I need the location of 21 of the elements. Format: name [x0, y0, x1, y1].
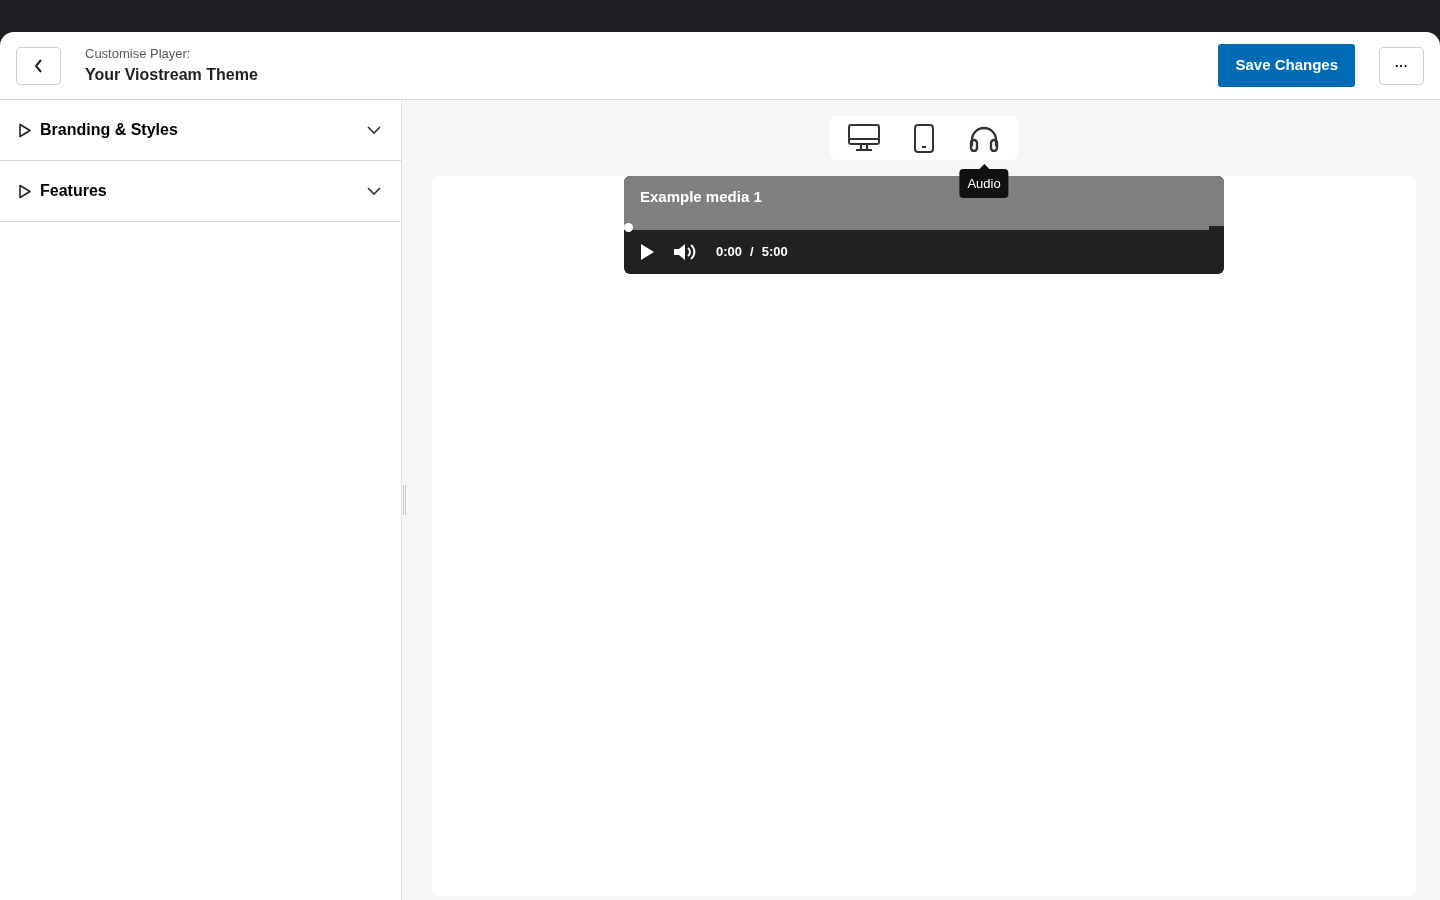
mobile-icon [914, 123, 934, 153]
volume-icon[interactable] [674, 242, 696, 261]
page-subtitle: Customise Player: [85, 44, 192, 63]
media-title: Example media 1 [640, 188, 762, 205]
duration-time: 5:00 [761, 243, 788, 261]
page-title: Your Viostream Theme [85, 65, 258, 86]
triangle-right-icon [18, 183, 32, 199]
time-separator: / [750, 243, 754, 261]
desktop-icon [848, 123, 880, 153]
chevron-down-icon [367, 125, 381, 135]
chevron-left-icon [33, 58, 44, 73]
save-changes-button[interactable]: Save Changes [1218, 44, 1355, 87]
play-icon[interactable] [641, 243, 654, 260]
more-button[interactable]: ··· [1379, 46, 1424, 85]
current-time: 0:00 [716, 243, 743, 261]
progress-thumb[interactable] [624, 223, 633, 232]
chevron-down-icon [367, 186, 381, 196]
progress-track[interactable] [624, 226, 1209, 230]
back-button[interactable] [16, 46, 61, 85]
headphones-icon [969, 124, 999, 152]
triangle-right-icon [18, 122, 32, 138]
